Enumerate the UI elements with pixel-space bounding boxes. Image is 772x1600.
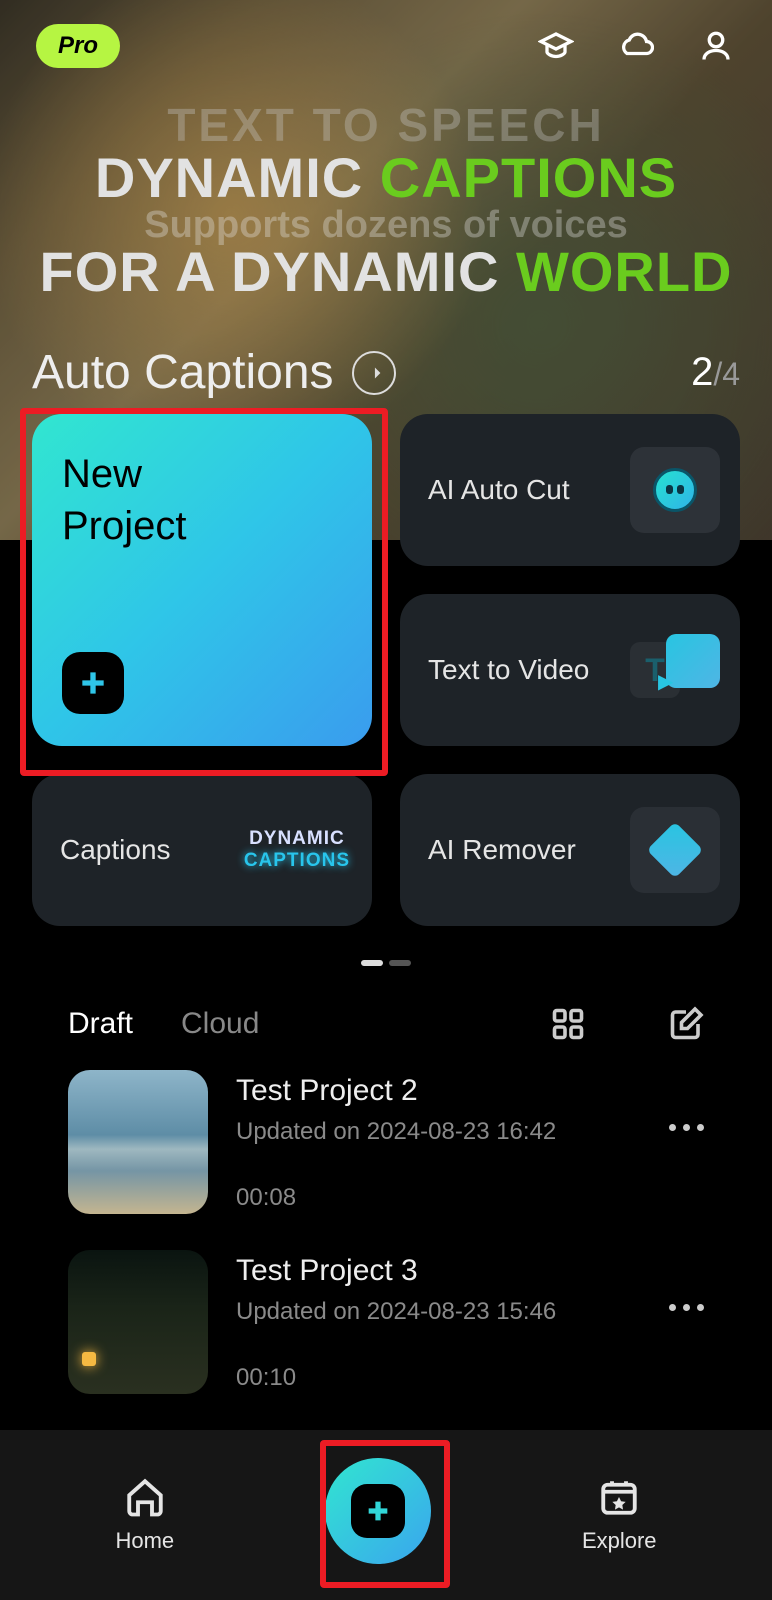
hero-headline: TEXT TO SPEECH DYNAMIC CAPTIONS Supports… [0,100,772,304]
project-thumbnail [68,1070,208,1214]
project-updated: Updated on 2024-08-23 15:46 [236,1298,704,1326]
text-to-video-card[interactable]: Text to Video T [400,594,740,746]
more-icon[interactable] [669,1304,704,1311]
cloud-icon[interactable] [616,26,656,66]
tutorials-icon[interactable] [536,26,576,66]
ai-auto-cut-card[interactable]: AI Auto Cut [400,414,740,566]
project-duration: 00:10 [236,1364,704,1392]
captions-card[interactable]: Captions DYNAMIC CAPTIONS [32,774,372,926]
nav-explore[interactable]: Explore [582,1476,657,1554]
project-thumbnail [68,1250,208,1394]
tab-draft[interactable]: Draft [68,1007,133,1041]
text-to-video-icon: T [630,627,720,713]
project-title: Test Project 2 [236,1074,704,1108]
project-row[interactable]: Test Project 3 Updated on 2024-08-23 15:… [68,1250,704,1394]
create-button[interactable] [325,1458,431,1564]
project-title: Test Project 3 [236,1254,704,1288]
profile-icon[interactable] [696,26,736,66]
edit-icon[interactable] [668,1006,704,1042]
bottom-nav: Home Explore [0,1430,772,1600]
cards-pager[interactable] [32,960,740,966]
project-updated: Updated on 2024-08-23 16:42 [236,1118,704,1146]
captions-thumb-icon: DYNAMIC CAPTIONS [244,828,350,872]
more-icon[interactable] [669,1124,704,1131]
eraser-icon [630,807,720,893]
project-duration: 00:08 [236,1184,704,1212]
project-row[interactable]: Test Project 2 Updated on 2024-08-23 16:… [68,1070,704,1214]
hero-pager: 2/4 [691,350,740,395]
pro-badge[interactable]: Pro [36,24,120,68]
plus-icon [351,1484,405,1538]
tab-cloud[interactable]: Cloud [181,1007,259,1041]
plus-icon [62,652,124,714]
grid-view-icon[interactable] [550,1006,586,1042]
nav-home[interactable]: Home [115,1476,174,1554]
robot-icon [630,447,720,533]
ai-remover-card[interactable]: AI Remover [400,774,740,926]
hero-feature-title: Auto Captions [32,345,334,400]
new-project-card[interactable]: New Project [32,414,372,746]
arrow-right-icon[interactable] [352,351,396,395]
